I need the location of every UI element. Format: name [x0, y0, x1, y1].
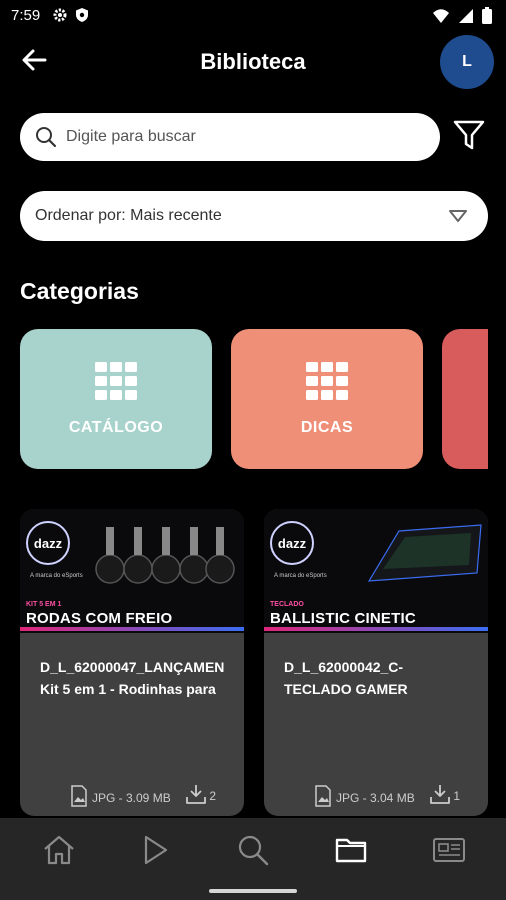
category-label: DICAS [300, 418, 354, 436]
home-indicator [209, 889, 297, 893]
thumb-tag: KIT 5 EM 1 [26, 601, 62, 608]
folder-icon [335, 837, 367, 868]
sort-label: Ordenar por: Mais recente [35, 207, 222, 224]
thumb-headline: RODAS COM FREIO [26, 610, 173, 627]
nav-news[interactable] [429, 834, 469, 870]
wheels-image [95, 527, 235, 584]
play-icon [143, 835, 169, 870]
search-icon [34, 125, 58, 149]
download-button[interactable]: 2 [185, 783, 216, 808]
home-icon [42, 835, 76, 870]
nav-library[interactable] [331, 834, 371, 870]
download-icon [185, 783, 207, 808]
search-icon [237, 834, 269, 871]
status-bar: 7:59 [0, 0, 506, 32]
nav-home[interactable] [39, 834, 79, 870]
signal-icon [458, 8, 474, 29]
download-button[interactable]: 1 [429, 783, 460, 808]
battery-icon [482, 7, 492, 29]
download-icon [429, 783, 451, 808]
filter-button[interactable] [450, 117, 488, 157]
chevron-down-icon [448, 209, 468, 228]
wifi-icon [432, 8, 450, 29]
grid-icon [95, 361, 137, 405]
thumb-tag: TECLADO [270, 601, 304, 608]
download-count: 1 [453, 788, 460, 803]
image-file-icon [314, 785, 332, 810]
file-meta: JPG - 3.09 MB [70, 785, 171, 810]
grid-icon [306, 361, 348, 405]
file-thumbnail: dazz A marca do eSports TECLADO BALLISTI… [264, 509, 488, 633]
app-bar: Biblioteca L [0, 32, 506, 92]
image-file-icon [70, 785, 88, 810]
category-card-partial[interactable] [442, 329, 488, 469]
file-card[interactable]: dazz A marca do eSports TECLADO BALLISTI… [264, 509, 488, 816]
category-card-catalogo[interactable]: CATÁLOGO [20, 329, 212, 469]
filter-icon [452, 118, 486, 157]
brand-logo: dazz [26, 521, 70, 565]
category-card-dicas[interactable]: DICAS [231, 329, 423, 469]
files-carousel: dazz A marca do eSports KIT 5 EM 1 RODAS… [20, 509, 488, 816]
shield-icon [74, 7, 90, 28]
categories-carousel: CATÁLOGO DICAS [20, 329, 488, 469]
download-count: 2 [209, 788, 216, 803]
gear-icon [52, 7, 68, 28]
file-thumbnail: dazz A marca do eSports KIT 5 EM 1 RODAS… [20, 509, 244, 633]
brand-tagline: A marca do eSports [274, 573, 327, 579]
avatar[interactable]: L [440, 35, 494, 89]
file-meta: JPG - 3.04 MB [314, 785, 415, 810]
brand-logo: dazz [270, 521, 314, 565]
categories-title: Categorias [20, 278, 139, 304]
bottom-nav [0, 818, 506, 900]
brand-tagline: A marca do eSports [30, 573, 83, 579]
page-title: Biblioteca [200, 49, 306, 74]
file-name: D_L_62000047_LANÇAMEN Kit 5 em 1 - Rodin… [40, 659, 225, 697]
status-time: 7:59 [11, 7, 41, 24]
file-name: D_L_62000042_C- TECLADO GAMER [284, 659, 408, 697]
keyboard-image [367, 524, 482, 582]
nav-videos[interactable] [136, 834, 176, 870]
sort-select[interactable]: Ordenar por: Mais recente [20, 191, 488, 241]
news-icon [432, 837, 466, 868]
search-input[interactable] [66, 128, 406, 146]
thumb-headline: BALLISTIC CINETIC [270, 610, 416, 627]
category-label: CATÁLOGO [68, 418, 164, 436]
file-card[interactable]: dazz A marca do eSports KIT 5 EM 1 RODAS… [20, 509, 244, 816]
nav-search[interactable] [233, 834, 273, 870]
avatar-initial: L [462, 53, 472, 70]
search-bar[interactable] [20, 113, 440, 161]
